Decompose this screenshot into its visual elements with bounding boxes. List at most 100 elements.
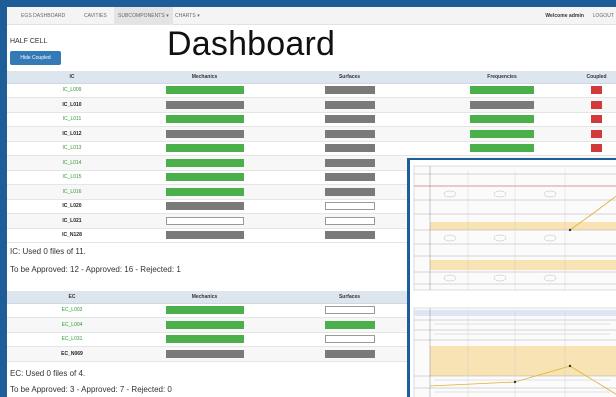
empty-status-bar[interactable] xyxy=(324,306,375,315)
green-status-bar[interactable] xyxy=(165,115,244,124)
green-status-bar[interactable] xyxy=(165,144,244,153)
nav-cavities[interactable]: CAVITIES xyxy=(84,13,107,19)
ic-col-coupled[interactable]: Coupled xyxy=(577,71,616,84)
gray-status-bar[interactable] xyxy=(324,187,375,196)
ic-row-name[interactable]: IC_L016 xyxy=(7,184,137,200)
green-status-bar[interactable] xyxy=(165,173,244,182)
gray-status-bar[interactable] xyxy=(324,144,375,153)
ic-row-name[interactable]: IC_L011 xyxy=(7,112,137,127)
ic-row-name[interactable]: IC_L021 xyxy=(7,213,137,229)
green-status-bar[interactable] xyxy=(165,335,244,344)
ec-surfaces-cell xyxy=(272,346,427,362)
ic-mechanics-cell xyxy=(137,83,272,98)
ic-table-row[interactable]: IC_L012 xyxy=(7,126,616,142)
ec-col-mechanics[interactable]: Mechanics xyxy=(137,291,272,304)
coupled-status-square[interactable] xyxy=(591,129,602,138)
gray-status-bar[interactable] xyxy=(324,173,375,182)
ec-row-name[interactable]: EC_L003 xyxy=(7,303,137,318)
coupled-status-square[interactable] xyxy=(591,115,602,124)
ec-mechanics-cell xyxy=(137,317,272,333)
ic-coupled-cell xyxy=(577,83,616,98)
ec-row-name[interactable]: EC_N069 xyxy=(7,346,137,362)
ic-row-name[interactable]: IC_N128 xyxy=(7,228,137,243)
ic-surfaces-cell xyxy=(272,141,427,156)
gray-status-bar[interactable] xyxy=(324,349,375,358)
ic-row-name[interactable]: IC_L013 xyxy=(7,141,137,156)
gray-status-bar[interactable] xyxy=(324,100,375,109)
ic-table-row[interactable]: IC_L009 xyxy=(7,83,616,98)
green-status-bar[interactable] xyxy=(470,115,534,124)
gray-status-bar[interactable] xyxy=(324,129,375,138)
ic-col-header[interactable]: IC xyxy=(7,71,137,84)
gray-status-bar[interactable] xyxy=(165,100,244,109)
ic-frequencies-cell xyxy=(427,83,577,98)
ic-table-row[interactable]: IC_L010 xyxy=(7,97,616,113)
nav-charts[interactable]: CHARTS ▾ xyxy=(175,13,200,19)
green-status-bar[interactable] xyxy=(324,320,375,329)
gray-status-bar[interactable] xyxy=(165,202,244,211)
gray-status-bar[interactable] xyxy=(324,158,375,167)
ic-col-surfaces[interactable]: Surfaces xyxy=(272,71,427,84)
ec-mechanics-cell xyxy=(137,303,272,318)
gray-status-bar[interactable] xyxy=(165,349,244,358)
gray-status-bar[interactable] xyxy=(324,115,375,124)
ic-mechanics-cell xyxy=(137,97,272,113)
nav-subcomponents[interactable]: SUBCOMPONENTS ▾ xyxy=(114,7,173,25)
green-status-bar[interactable] xyxy=(165,158,244,167)
gray-status-bar[interactable] xyxy=(324,86,375,95)
ec-row-name[interactable]: EC_L031 xyxy=(7,332,137,347)
ec-col-surfaces[interactable]: Surfaces xyxy=(272,291,427,304)
schematic-image xyxy=(410,160,616,397)
green-status-bar[interactable] xyxy=(165,320,244,329)
ec-used-summary: EC: Used 0 files of 4. xyxy=(10,369,86,378)
ic-surfaces-cell xyxy=(272,170,427,185)
section-title: HALF CELL xyxy=(10,38,48,45)
ic-row-name[interactable]: IC_L020 xyxy=(7,199,137,214)
ec-surfaces-cell xyxy=(272,317,427,333)
green-status-bar[interactable] xyxy=(470,144,534,153)
coupled-status-square[interactable] xyxy=(591,144,602,153)
ic-table-row[interactable]: IC_L013 xyxy=(7,141,616,156)
ec-row-name[interactable]: EC_L004 xyxy=(7,317,137,333)
ec-surfaces-cell xyxy=(272,303,427,318)
green-status-bar[interactable] xyxy=(470,129,534,138)
ic-table-row[interactable]: IC_L011 xyxy=(7,112,616,127)
ic-mechanics-cell xyxy=(137,199,272,214)
green-status-bar[interactable] xyxy=(165,306,244,315)
hide-coupled-button[interactable]: Hide Coupled xyxy=(10,51,61,65)
ic-row-name[interactable]: IC_L010 xyxy=(7,97,137,113)
ic-row-name[interactable]: IC_L009 xyxy=(7,83,137,98)
gray-status-bar[interactable] xyxy=(165,231,244,240)
ic-mechanics-cell xyxy=(137,155,272,171)
schematic-window[interactable] xyxy=(407,158,616,397)
ic-mechanics-cell xyxy=(137,141,272,156)
empty-status-bar[interactable] xyxy=(324,335,375,344)
ic-col-frequencies[interactable]: Frequencies xyxy=(427,71,577,84)
green-status-bar[interactable] xyxy=(470,86,534,95)
ic-row-name[interactable]: IC_L015 xyxy=(7,170,137,185)
coupled-status-square[interactable] xyxy=(591,100,602,109)
ic-surfaces-cell xyxy=(272,213,427,229)
ec-col-header[interactable]: EC xyxy=(7,291,137,304)
schematic-drawing xyxy=(410,160,616,397)
ic-row-name[interactable]: IC_L014 xyxy=(7,155,137,171)
page-title: Dashboard xyxy=(167,25,336,63)
ic-surfaces-cell xyxy=(272,83,427,98)
nav-egs-dashboard[interactable]: EGS DASHBOARD xyxy=(21,13,65,19)
ic-col-mechanics[interactable]: Mechanics xyxy=(137,71,272,84)
gray-status-bar[interactable] xyxy=(324,231,375,240)
logout-link[interactable]: LOGOUT xyxy=(593,13,614,19)
ic-surfaces-cell xyxy=(272,199,427,214)
empty-status-bar[interactable] xyxy=(165,216,244,225)
gray-status-bar[interactable] xyxy=(470,100,534,109)
empty-status-bar[interactable] xyxy=(324,202,375,211)
gray-status-bar[interactable] xyxy=(165,129,244,138)
coupled-status-square[interactable] xyxy=(591,86,602,95)
ic-row-name[interactable]: IC_L012 xyxy=(7,126,137,142)
ic-approval-summary: To be Approved: 12 - Approved: 16 - Reje… xyxy=(10,265,181,274)
ic-surfaces-cell xyxy=(272,97,427,113)
green-status-bar[interactable] xyxy=(165,86,244,95)
ic-surfaces-cell xyxy=(272,112,427,127)
green-status-bar[interactable] xyxy=(165,187,244,196)
empty-status-bar[interactable] xyxy=(324,216,375,225)
